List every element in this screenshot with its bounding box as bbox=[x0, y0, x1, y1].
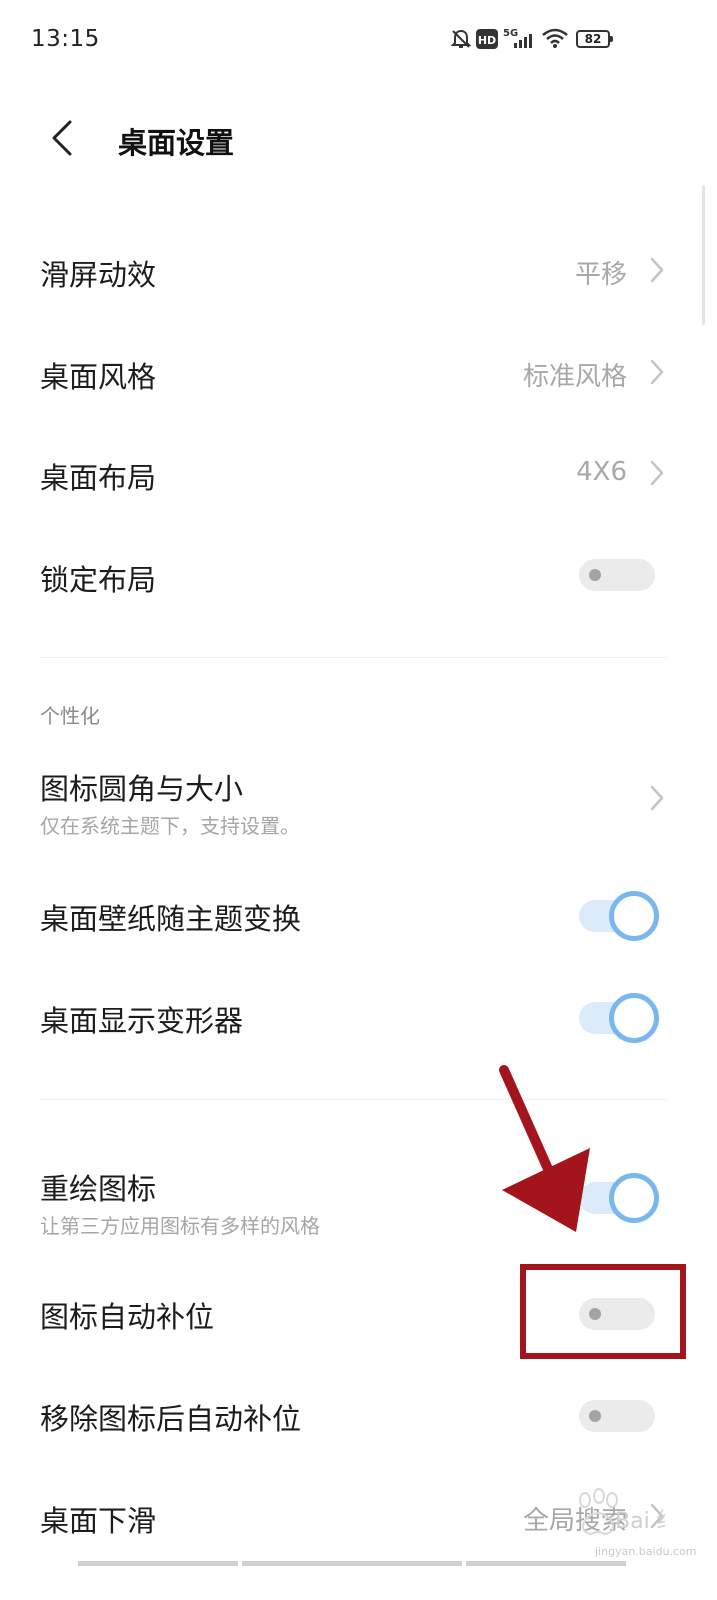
auto-fill-icons-toggle[interactable] bbox=[579, 1298, 655, 1330]
battery-icon: 82 bbox=[576, 30, 613, 48]
status-time: 13:15 bbox=[31, 26, 100, 52]
chevron-right-icon bbox=[650, 785, 664, 811]
page-title: 桌面设置 bbox=[118, 126, 235, 160]
bottom-strip bbox=[466, 1561, 626, 1566]
chevron-right-icon bbox=[650, 257, 664, 283]
setting-subtitle: 仅在系统主题下，支持设置。 bbox=[40, 814, 300, 838]
divider bbox=[40, 1099, 667, 1100]
wallpaper-follow-theme-toggle[interactable] bbox=[579, 891, 659, 941]
auto-fill-after-remove-toggle[interactable] bbox=[579, 1400, 655, 1432]
svg-text:HD: HD bbox=[478, 34, 496, 47]
setting-label: 桌面显示变形器 bbox=[40, 1004, 244, 1038]
divider bbox=[40, 657, 667, 658]
setting-redraw-icons: 重绘图标 让第三方应用图标有多样的风格 bbox=[0, 1152, 717, 1248]
watermark-url: jingyan.baidu.com bbox=[595, 1545, 697, 1558]
setting-desktop-style[interactable]: 桌面风格 标准风格 bbox=[0, 332, 717, 416]
redraw-icons-toggle[interactable] bbox=[579, 1173, 659, 1223]
mute-bell-icon bbox=[450, 29, 472, 48]
setting-auto-fill-icons: 图标自动补位 bbox=[0, 1272, 717, 1356]
5g-signal-icon: 5G bbox=[503, 28, 532, 48]
chevron-right-icon bbox=[650, 359, 664, 385]
hd-icon: HD bbox=[476, 29, 498, 49]
setting-show-transformer: 桌面显示变形器 bbox=[0, 976, 717, 1060]
show-transformer-toggle[interactable] bbox=[579, 993, 659, 1043]
setting-scroll-effect[interactable]: 滑屏动效 平移 bbox=[0, 230, 717, 314]
setting-label: 移除图标后自动补位 bbox=[40, 1402, 302, 1436]
section-header-personalization: 个性化 bbox=[40, 704, 100, 728]
header: 桌面设置 bbox=[0, 100, 717, 180]
wifi-icon bbox=[542, 28, 568, 48]
back-button[interactable] bbox=[44, 116, 84, 160]
svg-text:5G: 5G bbox=[503, 28, 518, 39]
setting-label: 桌面壁纸随主题变换 bbox=[40, 902, 302, 936]
setting-label: 图标自动补位 bbox=[40, 1300, 215, 1334]
status-bar: 13:15 HD 5G 82 bbox=[0, 0, 717, 80]
setting-wallpaper-follow-theme: 桌面壁纸随主题变换 bbox=[0, 874, 717, 958]
setting-label: 重绘图标 bbox=[40, 1172, 157, 1206]
setting-label: 桌面风格 bbox=[40, 360, 157, 394]
setting-label: 图标圆角与大小 bbox=[40, 772, 244, 806]
setting-label: 桌面下滑 bbox=[40, 1504, 157, 1538]
setting-subtitle: 让第三方应用图标有多样的风格 bbox=[40, 1214, 320, 1238]
chevron-right-icon bbox=[650, 460, 664, 486]
setting-value: 标准风格 bbox=[522, 362, 627, 392]
setting-desktop-layout[interactable]: 桌面布局 4X6 bbox=[0, 433, 717, 517]
setting-label: 滑屏动效 bbox=[40, 258, 157, 292]
setting-icon-corner-size[interactable]: 图标圆角与大小 仅在系统主题下，支持设置。 bbox=[0, 752, 717, 848]
setting-value: 全局搜索 bbox=[522, 1506, 627, 1536]
setting-auto-fill-after-remove: 移除图标后自动补位 bbox=[0, 1374, 717, 1458]
setting-label: 桌面布局 bbox=[40, 461, 157, 495]
setting-value: 4X6 bbox=[576, 457, 627, 487]
bottom-strip bbox=[78, 1561, 238, 1566]
setting-lock-layout: 锁定布局 bbox=[0, 535, 717, 619]
chevron-left-icon bbox=[52, 120, 72, 156]
setting-value: 平移 bbox=[574, 260, 627, 290]
bottom-strip bbox=[242, 1561, 462, 1566]
chevron-right-icon bbox=[650, 1503, 664, 1529]
setting-label: 锁定布局 bbox=[40, 563, 157, 597]
lock-layout-toggle[interactable] bbox=[579, 559, 655, 591]
